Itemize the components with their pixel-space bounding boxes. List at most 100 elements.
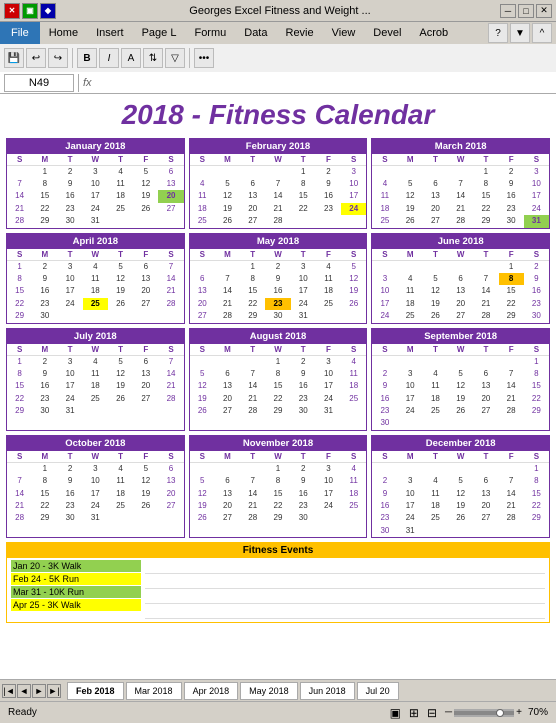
day-header-S-8: S bbox=[341, 344, 366, 356]
cal-day-cell: 4 bbox=[372, 178, 397, 190]
cal-day-cell: 6 bbox=[190, 273, 215, 285]
tab-prev[interactable]: ◄ bbox=[17, 684, 31, 698]
day-header-T-3: T bbox=[473, 154, 498, 166]
sheet-tab-Jul-20[interactable]: Jul 20 bbox=[357, 682, 399, 700]
sheet-tab-May-2018[interactable]: May 2018 bbox=[240, 682, 298, 700]
cal-day-cell: 24 bbox=[398, 512, 423, 524]
day-header-W-8: W bbox=[265, 344, 290, 356]
undo-icon[interactable]: ↩ bbox=[26, 48, 46, 68]
tab-formulas[interactable]: Formu bbox=[185, 22, 235, 44]
cal-day-cell: 20 bbox=[158, 190, 183, 202]
day-header-W-5: W bbox=[265, 249, 290, 261]
italic-icon[interactable]: I bbox=[99, 48, 119, 68]
window-controls[interactable]: ─ □ ✕ bbox=[500, 4, 552, 18]
formula-input[interactable] bbox=[96, 74, 552, 92]
cal-day-cell: 20 bbox=[473, 393, 498, 405]
cal-day-cell bbox=[341, 215, 366, 227]
tab-developer[interactable]: Devel bbox=[364, 22, 410, 44]
sheet-tab-Mar-2018[interactable]: Mar 2018 bbox=[126, 682, 182, 700]
cal-day-cell: 10 bbox=[372, 285, 397, 297]
tab-review[interactable]: Revie bbox=[277, 22, 323, 44]
sort-icon[interactable]: ⇅ bbox=[143, 48, 163, 68]
ribbon-help[interactable]: ? bbox=[488, 23, 508, 43]
sheet-tab-Jun-2018[interactable]: Jun 2018 bbox=[300, 682, 355, 700]
cal-day-cell: 27 bbox=[215, 405, 240, 417]
day-header-W-6: W bbox=[448, 249, 473, 261]
cal-day-cell: 4 bbox=[423, 475, 448, 487]
tab-next[interactable]: ► bbox=[32, 684, 46, 698]
tab-home[interactable]: Home bbox=[40, 22, 87, 44]
cal-day-cell: 9 bbox=[32, 368, 57, 380]
day-header-S-9: S bbox=[372, 344, 397, 356]
redo-icon[interactable]: ↪ bbox=[48, 48, 68, 68]
save-icon[interactable]: 💾 bbox=[4, 48, 24, 68]
cal-day-cell: 14 bbox=[240, 488, 265, 500]
cal-day-cell: 15 bbox=[291, 190, 316, 202]
tab-data[interactable]: Data bbox=[235, 22, 276, 44]
cell-reference[interactable] bbox=[4, 74, 74, 92]
cal-day-cell: 7 bbox=[7, 178, 32, 190]
cal-day-cell: 15 bbox=[240, 285, 265, 297]
fitness-line-4 bbox=[145, 605, 545, 619]
format-icon[interactable]: A bbox=[121, 48, 141, 68]
sheet-tab-Feb-2018[interactable]: Feb 2018 bbox=[67, 682, 124, 700]
zoom-control[interactable]: ─ + 70% bbox=[445, 707, 548, 718]
ribbon-collapse[interactable]: ^ bbox=[532, 23, 552, 43]
cal-day-cell: 8 bbox=[291, 178, 316, 190]
minimize-button[interactable]: ─ bbox=[500, 4, 516, 18]
cal-day-cell: 13 bbox=[158, 475, 183, 487]
app-icon-x: ✕ bbox=[4, 3, 20, 19]
cal-day-cell: 9 bbox=[372, 380, 397, 392]
view-normal-icon[interactable]: ▣ bbox=[390, 706, 401, 720]
cal-day-cell bbox=[499, 356, 524, 368]
cal-day-cell: 25 bbox=[83, 298, 108, 310]
more-icon[interactable]: ••• bbox=[194, 48, 214, 68]
cal-day-cell: 23 bbox=[372, 405, 397, 417]
day-header-S-2: S bbox=[190, 154, 215, 166]
cal-day-cell: 2 bbox=[372, 368, 397, 380]
cal-day-cell bbox=[316, 215, 341, 227]
cal-day-cell: 3 bbox=[57, 356, 82, 368]
cal-day-cell bbox=[158, 215, 183, 227]
fitness-content: Jan 20 - 3K WalkFeb 24 - 5K RunMar 31 - … bbox=[7, 558, 549, 622]
close-button[interactable]: ✕ bbox=[536, 4, 552, 18]
tab-acrobat[interactable]: Acrob bbox=[410, 22, 457, 44]
cal-day-cell: 3 bbox=[316, 463, 341, 475]
calendars-grid: January 2018SMTWTFS123456789101112131415… bbox=[6, 138, 550, 539]
tab-view[interactable]: View bbox=[323, 22, 365, 44]
fitness-line-2 bbox=[145, 575, 545, 589]
tab-insert[interactable]: Insert bbox=[87, 22, 133, 44]
view-break-icon[interactable]: ⊟ bbox=[427, 706, 437, 720]
tab-navigation[interactable]: |◄ ◄ ► ►| bbox=[2, 684, 61, 698]
tab-page-layout[interactable]: Page L bbox=[133, 22, 186, 44]
tab-file[interactable]: File bbox=[0, 22, 40, 44]
cal-day-cell bbox=[448, 417, 473, 429]
cal-day-cell bbox=[473, 356, 498, 368]
cal-day-cell: 27 bbox=[158, 500, 183, 512]
fitness-event-item: Apr 25 - 3K Walk bbox=[11, 599, 141, 611]
maximize-button[interactable]: □ bbox=[518, 4, 534, 18]
view-layout-icon[interactable]: ⊞ bbox=[409, 706, 419, 720]
cal-day-cell: 17 bbox=[83, 190, 108, 202]
cal-day-cell bbox=[423, 261, 448, 273]
cal-day-cell: 17 bbox=[372, 298, 397, 310]
cal-day-cell: 11 bbox=[398, 285, 423, 297]
sheet-tab-Apr-2018[interactable]: Apr 2018 bbox=[184, 682, 239, 700]
cal-day-cell: 3 bbox=[372, 273, 397, 285]
tab-first[interactable]: |◄ bbox=[2, 684, 16, 698]
cal-day-cell: 16 bbox=[372, 500, 397, 512]
cal-day-cell: 16 bbox=[32, 380, 57, 392]
cal-day-cell bbox=[473, 417, 498, 429]
day-header-W-2: W bbox=[265, 154, 290, 166]
cal-day-cell: 12 bbox=[448, 488, 473, 500]
tab-last[interactable]: ►| bbox=[47, 684, 61, 698]
filter-icon[interactable]: ▽ bbox=[165, 48, 185, 68]
bold-icon[interactable]: B bbox=[77, 48, 97, 68]
cal-day-cell bbox=[133, 310, 158, 322]
ribbon-options[interactable]: ▼ bbox=[510, 23, 530, 43]
zoom-slider[interactable] bbox=[454, 709, 514, 717]
cal-day-cell: 19 bbox=[341, 285, 366, 297]
cal-day-cell: 7 bbox=[158, 261, 183, 273]
cal-day-cell: 28 bbox=[499, 512, 524, 524]
cal-day-cell: 22 bbox=[32, 203, 57, 215]
